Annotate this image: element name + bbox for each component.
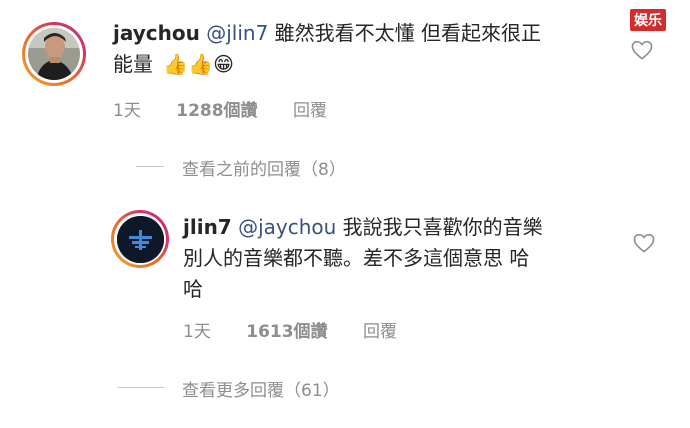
thumbs-up-emoji: 👍 [163,52,189,76]
avatar-logo [116,215,164,263]
reply-text-1: 我說我只喜歡你的音樂 [336,215,543,239]
like-heart-icon[interactable] [633,233,655,253]
reply-button[interactable]: 回覆 [363,322,397,342]
comment-time: 1天 [113,101,141,121]
reply-jlin7: jlin7 @jaychou 我說我只喜歡你的音樂 別人的音樂都不聽。差不多這個… [0,195,690,355]
view-previous-replies[interactable]: 查看之前的回覆（8） [182,155,346,180]
reply-body: jlin7 @jaychou 我說我只喜歡你的音樂 別人的音樂都不聽。差不多這個… [183,213,643,304]
reply-time: 1天 [183,322,211,342]
comment-line-2: 能量 👍👍😁 [113,50,633,79]
mention-jaychou[interactable]: @jaychou [238,215,336,239]
mention-jlin7[interactable]: @jlin7 [206,21,268,45]
thread-divider [118,387,164,388]
username-jaychou[interactable]: jaychou [113,21,200,45]
reply-line-2: 別人的音樂都不聽。差不多這個意思 哈 [183,246,530,270]
reply-line-1: jlin7 @jaychou 我說我只喜歡你的音樂 [183,213,643,242]
like-heart-icon[interactable] [631,40,653,60]
avatar-jlin7[interactable] [111,210,169,268]
reply-button[interactable]: 回覆 [293,101,327,121]
comment-text-2: 能量 [113,52,153,76]
avatar-jaychou[interactable] [22,22,86,86]
thread-divider [136,166,164,167]
comment-jaychou: jaychou @jlin7 雖然我看不太懂 但看起來很正 能量 👍👍😁 1天 … [0,0,690,130]
thumbs-up-emoji: 👍 [188,52,214,76]
grin-emoji: 😁 [213,52,235,76]
comment-text-1: 雖然我看不太懂 但看起來很正 [268,21,542,45]
view-more-replies[interactable]: 查看更多回覆（61） [182,376,340,401]
comment-meta: 1天 1288個讚 回覆 [113,96,327,121]
comment-line-1: jaychou @jlin7 雖然我看不太懂 但看起來很正 [113,19,633,48]
avatar-photo [28,28,80,80]
reply-likes[interactable]: 1613個讚 [246,322,327,342]
reply-line-3: 哈 [183,277,203,301]
comment-likes[interactable]: 1288個讚 [176,101,257,121]
reply-meta: 1天 1613個讚 回覆 [183,317,397,342]
username-jlin7[interactable]: jlin7 [183,215,232,239]
comment-body: jaychou @jlin7 雖然我看不太懂 但看起來很正 能量 👍👍😁 [113,19,633,79]
